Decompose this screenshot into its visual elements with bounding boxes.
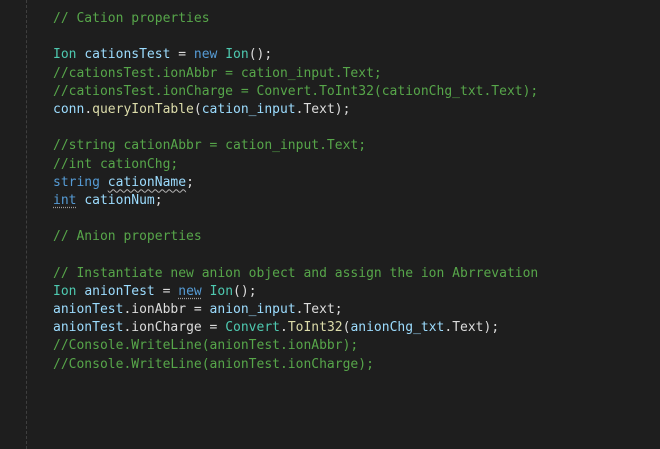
code-token: // Cation properties [53,11,210,26]
code-token: cationName [107,174,187,190]
code-token: = [154,283,179,299]
code-token: anionTest [53,320,124,336]
code-token: //cationsTest.ionAbbr = cation_input.Tex… [53,65,382,81]
code-token: .Text; [295,302,343,317]
code-token: Ion [53,283,77,299]
code-token: //string cationAbbr = cation_input.Text; [53,138,367,154]
code-token: ( [193,101,202,117]
code-line[interactable] [53,246,538,264]
code-token: //cationsTest.ionCharge = Convert.ToInt3… [53,83,539,99]
code-line[interactable]: // Instantiate new anion object and assi… [53,265,538,283]
code-token: //Console.WriteLine(anionTest.ionCharge)… [53,356,374,372]
code-token: (); [248,47,273,63]
code-line[interactable]: int cationNum; [53,192,538,210]
code-token: . [84,101,93,117]
code-line[interactable]: //Console.WriteLine(anionTest.ionCharge)… [53,356,538,374]
code-token: .ionAbbr = [123,302,210,317]
code-token: .Text); [295,101,351,117]
code-token: Convert [225,320,280,336]
code-token: ; [186,174,194,190]
code-token: (); [233,283,257,299]
code-token: //Console.WriteLine(anionTest.ionAbbr); [53,338,359,354]
code-line[interactable]: // Cation properties [53,10,538,28]
code-line[interactable]: //Console.WriteLine(anionTest.ionAbbr); [53,337,538,355]
code-token: // Anion properties [53,229,202,245]
code-area[interactable]: // Cation properties Ion cationsTest = n… [53,10,538,374]
code-token: Ion [225,47,249,63]
code-token: //int cationChg; [53,156,179,172]
code-line[interactable]: Ion anionTest = new Ion(); [53,283,538,301]
code-line[interactable]: Ion cationsTest = new Ion(); [53,46,538,64]
code-token: .Text); [444,320,500,336]
code-token: .ionCharge = [123,320,226,336]
code-token: anionTest [53,302,124,317]
code-line[interactable] [53,28,538,46]
code-line[interactable]: //int cationChg; [53,156,538,174]
code-token: new [178,283,202,299]
code-line[interactable]: anionTest.ionAbbr = anion_input.Text; [53,301,538,319]
code-token: new [193,47,218,63]
code-token: Ion [53,47,77,63]
code-line[interactable]: conn.queryIonTable(cation_input.Text); [53,101,538,119]
code-token: . [280,320,288,336]
indent-guide [26,0,27,449]
code-token: string [53,174,100,190]
code-token: = [170,47,194,63]
code-line[interactable]: string cationName; [53,174,538,192]
code-line[interactable]: //cationsTest.ionCharge = Convert.ToInt3… [53,83,538,101]
code-line[interactable] [53,119,538,137]
code-line[interactable]: //string cationAbbr = cation_input.Text; [53,137,538,155]
code-token: ToInt32 [287,320,343,336]
code-line[interactable]: //cationsTest.ionAbbr = cation_input.Tex… [53,65,538,83]
code-token: cation_input [201,101,296,117]
code-token: cationNum [84,192,155,208]
code-token: // Instantiate new anion object and assi… [53,265,539,281]
code-line[interactable] [53,210,538,228]
code-token: queryIonTable [92,101,194,117]
code-token: int [53,192,77,208]
code-line[interactable]: // Anion properties [53,228,538,246]
code-token: conn [53,101,85,117]
code-token: cationsTest [84,47,171,63]
code-token: ; [154,192,163,208]
code-token: anionTest [84,283,155,299]
code-token: anionChg_txt [350,320,445,336]
code-editor[interactable]: // Cation properties Ion cationsTest = n… [0,0,660,449]
code-token: anion_input [209,302,296,317]
code-token: Ion [209,283,234,299]
code-line[interactable]: anionTest.ionCharge = Convert.ToInt32(an… [53,319,538,337]
